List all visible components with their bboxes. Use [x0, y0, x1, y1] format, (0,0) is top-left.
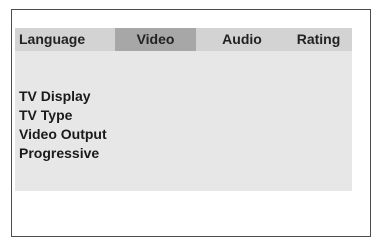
tab-video[interactable]: Video: [115, 28, 196, 51]
tab-rating[interactable]: Rating: [285, 28, 352, 51]
video-settings-list: TV Display TV Type Video Output Progress…: [19, 87, 107, 163]
menu-item-tv-type[interactable]: TV Type: [19, 106, 107, 125]
menu-item-tv-display[interactable]: TV Display: [19, 87, 107, 106]
settings-panel: TV Display TV Type Video Output Progress…: [15, 51, 352, 191]
tab-audio[interactable]: Audio: [210, 28, 274, 51]
tab-bar: Language Video Audio Rating: [15, 28, 352, 51]
tab-language[interactable]: Language: [15, 28, 115, 51]
menu-item-progressive[interactable]: Progressive: [19, 144, 107, 163]
menu-item-video-output[interactable]: Video Output: [19, 125, 107, 144]
